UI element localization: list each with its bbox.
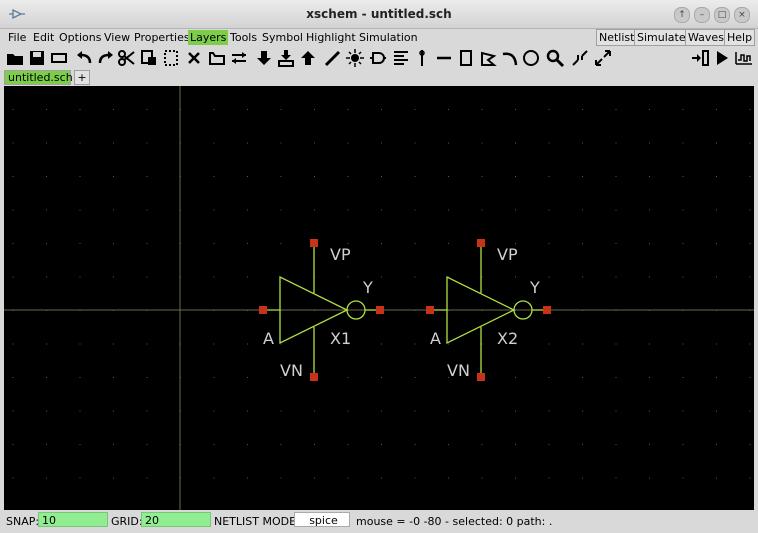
- menu-highlight[interactable]: Highlight: [304, 30, 358, 45]
- zoom-icon[interactable]: [545, 48, 565, 68]
- ascend-icon[interactable]: [298, 48, 318, 68]
- menu-file[interactable]: File: [6, 30, 28, 45]
- copy-icon[interactable]: [139, 48, 159, 68]
- netlist-push-icon[interactable]: [276, 48, 296, 68]
- menu-layers[interactable]: Layers: [188, 30, 229, 45]
- title-bar: xschem - untitled.sch ↑ – □ ×: [0, 0, 758, 29]
- label-x1-vn: VN: [280, 361, 303, 380]
- menu-properties[interactable]: Properties: [132, 30, 192, 45]
- menu-symbol[interactable]: Symbol: [260, 30, 305, 45]
- rect-icon[interactable]: [456, 48, 476, 68]
- circle-icon[interactable]: [521, 48, 541, 68]
- zoom-out-icon[interactable]: [570, 48, 590, 68]
- window-close-button[interactable]: ×: [734, 7, 750, 23]
- snap-label: SNAP:: [6, 515, 40, 528]
- snap-input[interactable]: 10: [38, 512, 108, 527]
- pin-x2-in: [426, 306, 434, 314]
- polygon-icon[interactable]: [478, 48, 498, 68]
- label-x1-a: A: [263, 329, 274, 348]
- label-x2-y: Y: [529, 278, 540, 297]
- open-icon[interactable]: [5, 48, 25, 68]
- netlist-icon[interactable]: [690, 48, 710, 68]
- reload-icon[interactable]: [49, 48, 69, 68]
- wire-icon[interactable]: [323, 48, 343, 68]
- text-icon[interactable]: [391, 48, 411, 68]
- pin-icon[interactable]: [412, 48, 432, 68]
- status-bar: SNAP: 10 GRID: 20 NETLIST MODE: spice mo…: [0, 510, 758, 533]
- window-maximize-button[interactable]: □: [714, 7, 730, 23]
- label-x1-y: Y: [362, 278, 373, 297]
- descend-icon[interactable]: [254, 48, 274, 68]
- pin-x2-vn: [477, 373, 485, 381]
- menu-edit[interactable]: Edit: [31, 30, 56, 45]
- pin-x2-out: [543, 306, 551, 314]
- label-x2-vp: VP: [497, 245, 518, 264]
- pin-x1-vp: [310, 239, 318, 247]
- window-up-button[interactable]: ↑: [674, 7, 690, 23]
- paste-icon[interactable]: [161, 48, 181, 68]
- zoom-full-icon[interactable]: [593, 48, 613, 68]
- netlist-button[interactable]: Netlist: [596, 29, 638, 46]
- grid-input[interactable]: 20: [141, 512, 211, 527]
- label-x1-name: X1: [330, 329, 351, 348]
- toolbar: [0, 46, 758, 70]
- delete-icon[interactable]: [184, 48, 204, 68]
- cut-icon[interactable]: [117, 48, 137, 68]
- tab-untitled[interactable]: untitled.sch: [4, 70, 73, 85]
- window-minimize-button[interactable]: –: [694, 7, 710, 23]
- line-icon[interactable]: [434, 48, 454, 68]
- menu-bar: File Edit Options View Properties Layers…: [0, 29, 758, 46]
- netlist-mode-label: NETLIST MODE:: [214, 515, 300, 528]
- grid-label: GRID:: [111, 515, 143, 528]
- label-x2-a: A: [430, 329, 441, 348]
- tab-bar: untitled.sch +: [0, 70, 758, 86]
- grid-dots: [12, 109, 751, 479]
- pin-x1-vn: [310, 373, 318, 381]
- waves-button[interactable]: Waves: [685, 29, 727, 46]
- label-x2-name: X2: [497, 329, 518, 348]
- add-tab-button[interactable]: +: [74, 70, 90, 85]
- undo-icon[interactable]: [74, 48, 94, 68]
- arc-icon[interactable]: [500, 48, 520, 68]
- label-x1-vp: VP: [330, 245, 351, 264]
- menu-view[interactable]: View: [102, 30, 132, 45]
- redo-icon[interactable]: [96, 48, 116, 68]
- swap-icon[interactable]: [229, 48, 249, 68]
- label-x2-vn: VN: [447, 361, 470, 380]
- pin-x1-out: [376, 306, 384, 314]
- help-button[interactable]: Help: [724, 29, 756, 46]
- simulate-button[interactable]: Simulate: [634, 29, 689, 46]
- menu-simulation[interactable]: Simulation: [357, 30, 420, 45]
- netlist-mode-field[interactable]: spice: [294, 512, 350, 527]
- simulate-icon[interactable]: [712, 48, 732, 68]
- status-info: mouse = -0 -80 - selected: 0 path: .: [356, 515, 553, 528]
- schematic-drawing[interactable]: VP Y A X1 VN VP Y A X2 VN: [4, 86, 754, 510]
- light-icon[interactable]: [345, 48, 365, 68]
- pin-x2-vp: [477, 239, 485, 247]
- bus-icon[interactable]: [368, 48, 388, 68]
- move-icon[interactable]: [207, 48, 227, 68]
- pin-x1-in: [259, 306, 267, 314]
- window-title: xschem - untitled.sch: [306, 7, 452, 21]
- waves-icon[interactable]: [734, 48, 754, 68]
- save-icon[interactable]: [27, 48, 47, 68]
- menu-tools[interactable]: Tools: [228, 30, 259, 45]
- menu-options[interactable]: Options: [57, 30, 103, 45]
- schematic-canvas[interactable]: VP Y A X1 VN VP Y A X2 VN: [4, 86, 754, 510]
